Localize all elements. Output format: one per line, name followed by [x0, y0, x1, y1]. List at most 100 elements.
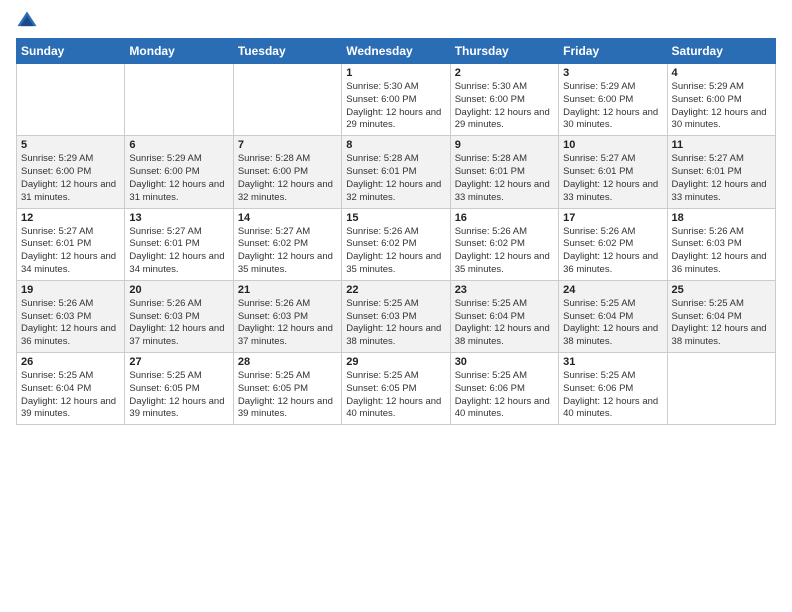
- day-number: 29: [346, 356, 445, 368]
- calendar-cell: 26 Sunrise: 5:25 AM Sunset: 6:04 PM Dayli…: [17, 353, 125, 425]
- calendar-cell: 8 Sunrise: 5:28 AM Sunset: 6:01 PM Daylig…: [342, 136, 450, 208]
- day-detail: Sunrise: 5:26 AM Sunset: 6:03 PM Dayligh…: [238, 298, 337, 349]
- calendar-week-row: 12 Sunrise: 5:27 AM Sunset: 6:01 PM Dayli…: [17, 208, 776, 280]
- calendar-cell: 16 Sunrise: 5:26 AM Sunset: 6:02 PM Dayli…: [450, 208, 558, 280]
- day-number: 20: [129, 284, 228, 296]
- day-detail: Sunrise: 5:25 AM Sunset: 6:05 PM Dayligh…: [238, 370, 337, 421]
- calendar-cell: 4 Sunrise: 5:29 AM Sunset: 6:00 PM Daylig…: [667, 64, 775, 136]
- calendar-cell: 3 Sunrise: 5:29 AM Sunset: 6:00 PM Daylig…: [559, 64, 667, 136]
- calendar-cell: 10Sunrise: 5:27 AM Sunset: 6:01 PM Dayli…: [559, 136, 667, 208]
- calendar-cell: 11Sunrise: 5:27 AM Sunset: 6:01 PM Dayli…: [667, 136, 775, 208]
- calendar-week-row: 5 Sunrise: 5:29 AM Sunset: 6:00 PM Daylig…: [17, 136, 776, 208]
- calendar-cell: 19 Sunrise: 5:26 AM Sunset: 6:03 PM Dayli…: [17, 280, 125, 352]
- day-number: 14: [238, 212, 337, 224]
- day-detail: Sunrise: 5:28 AM Sunset: 6:00 PM Dayligh…: [238, 153, 337, 204]
- calendar-cell: 6Sunrise: 5:29 AM Sunset: 6:00 PM Daylig…: [125, 136, 233, 208]
- calendar-cell: 21 Sunrise: 5:26 AM Sunset: 6:03 PM Dayli…: [233, 280, 341, 352]
- calendar-cell: 5 Sunrise: 5:29 AM Sunset: 6:00 PM Daylig…: [17, 136, 125, 208]
- day-detail: Sunrise: 5:27 AM Sunset: 6:01 PM Dayligh…: [672, 153, 771, 204]
- calendar-cell: 2 Sunrise: 5:30 AM Sunset: 6:00 PM Daylig…: [450, 64, 558, 136]
- day-number: 19: [21, 284, 120, 296]
- day-detail: Sunrise: 5:30 AM Sunset: 6:00 PM Dayligh…: [346, 81, 445, 132]
- calendar-week-row: 26 Sunrise: 5:25 AM Sunset: 6:04 PM Dayli…: [17, 353, 776, 425]
- calendar-cell: 22 Sunrise: 5:25 AM Sunset: 6:03 PM Dayli…: [342, 280, 450, 352]
- calendar-header-wednesday: Wednesday: [342, 39, 450, 64]
- day-number: 18: [672, 212, 771, 224]
- calendar-header-saturday: Saturday: [667, 39, 775, 64]
- calendar-cell: 7 Sunrise: 5:28 AM Sunset: 6:00 PM Daylig…: [233, 136, 341, 208]
- day-number: 30: [455, 356, 554, 368]
- calendar-cell: [667, 353, 775, 425]
- day-detail: Sunrise: 5:28 AM Sunset: 6:01 PM Dayligh…: [346, 153, 445, 204]
- day-detail: Sunrise: 5:25 AM Sunset: 6:04 PM Dayligh…: [563, 298, 662, 349]
- day-detail: Sunrise: 5:25 AM Sunset: 6:04 PM Dayligh…: [21, 370, 120, 421]
- day-detail: Sunrise: 5:25 AM Sunset: 6:05 PM Dayligh…: [346, 370, 445, 421]
- calendar-cell: [125, 64, 233, 136]
- day-number: 31: [563, 356, 662, 368]
- day-number: 17: [563, 212, 662, 224]
- day-detail: Sunrise: 5:27 AM Sunset: 6:01 PM Dayligh…: [129, 226, 228, 277]
- day-detail: Sunrise: 5:26 AM Sunset: 6:02 PM Dayligh…: [563, 226, 662, 277]
- day-number: 2: [455, 67, 554, 79]
- calendar-cell: 31 Sunrise: 5:25 AM Sunset: 6:06 PM Dayli…: [559, 353, 667, 425]
- calendar-cell: 13Sunrise: 5:27 AM Sunset: 6:01 PM Dayli…: [125, 208, 233, 280]
- day-detail: Sunrise: 5:29 AM Sunset: 6:00 PM Dayligh…: [129, 153, 228, 204]
- day-detail: Sunrise: 5:25 AM Sunset: 6:04 PM Dayligh…: [455, 298, 554, 349]
- calendar-header-sunday: Sunday: [17, 39, 125, 64]
- day-detail: Sunrise: 5:26 AM Sunset: 6:03 PM Dayligh…: [672, 226, 771, 277]
- calendar-header-thursday: Thursday: [450, 39, 558, 64]
- day-number: 21: [238, 284, 337, 296]
- day-number: 5: [21, 139, 120, 151]
- day-detail: Sunrise: 5:25 AM Sunset: 6:04 PM Dayligh…: [672, 298, 771, 349]
- day-number: 12: [21, 212, 120, 224]
- calendar-week-row: 1 Sunrise: 5:30 AM Sunset: 6:00 PM Daylig…: [17, 64, 776, 136]
- day-number: 26: [21, 356, 120, 368]
- day-number: 9: [455, 139, 554, 151]
- calendar-cell: 18 Sunrise: 5:26 AM Sunset: 6:03 PM Dayli…: [667, 208, 775, 280]
- day-detail: Sunrise: 5:29 AM Sunset: 6:00 PM Dayligh…: [563, 81, 662, 132]
- day-number: 16: [455, 212, 554, 224]
- day-number: 28: [238, 356, 337, 368]
- day-number: 23: [455, 284, 554, 296]
- day-number: 7: [238, 139, 337, 151]
- day-detail: Sunrise: 5:26 AM Sunset: 6:03 PM Dayligh…: [21, 298, 120, 349]
- day-detail: Sunrise: 5:25 AM Sunset: 6:06 PM Dayligh…: [563, 370, 662, 421]
- day-number: 3: [563, 67, 662, 79]
- day-number: 27: [129, 356, 228, 368]
- calendar-cell: 1 Sunrise: 5:30 AM Sunset: 6:00 PM Daylig…: [342, 64, 450, 136]
- calendar-cell: 17 Sunrise: 5:26 AM Sunset: 6:02 PM Dayli…: [559, 208, 667, 280]
- calendar-header-friday: Friday: [559, 39, 667, 64]
- calendar-cell: 29 Sunrise: 5:25 AM Sunset: 6:05 PM Dayli…: [342, 353, 450, 425]
- calendar-cell: 23 Sunrise: 5:25 AM Sunset: 6:04 PM Dayli…: [450, 280, 558, 352]
- logo-icon: [16, 10, 38, 32]
- day-number: 22: [346, 284, 445, 296]
- day-detail: Sunrise: 5:29 AM Sunset: 6:00 PM Dayligh…: [672, 81, 771, 132]
- day-number: 15: [346, 212, 445, 224]
- calendar-cell: 25 Sunrise: 5:25 AM Sunset: 6:04 PM Dayli…: [667, 280, 775, 352]
- day-number: 8: [346, 139, 445, 151]
- day-number: 25: [672, 284, 771, 296]
- day-number: 24: [563, 284, 662, 296]
- calendar-cell: [17, 64, 125, 136]
- calendar-cell: 30 Sunrise: 5:25 AM Sunset: 6:06 PM Dayli…: [450, 353, 558, 425]
- calendar-cell: 28 Sunrise: 5:25 AM Sunset: 6:05 PM Dayli…: [233, 353, 341, 425]
- calendar-cell: 15 Sunrise: 5:26 AM Sunset: 6:02 PM Dayli…: [342, 208, 450, 280]
- day-number: 4: [672, 67, 771, 79]
- day-detail: Sunrise: 5:25 AM Sunset: 6:05 PM Dayligh…: [129, 370, 228, 421]
- day-detail: Sunrise: 5:25 AM Sunset: 6:06 PM Dayligh…: [455, 370, 554, 421]
- day-detail: Sunrise: 5:25 AM Sunset: 6:03 PM Dayligh…: [346, 298, 445, 349]
- day-detail: Sunrise: 5:27 AM Sunset: 6:01 PM Dayligh…: [21, 226, 120, 277]
- calendar-header-tuesday: Tuesday: [233, 39, 341, 64]
- day-number: 10: [563, 139, 662, 151]
- day-detail: Sunrise: 5:29 AM Sunset: 6:00 PM Dayligh…: [21, 153, 120, 204]
- calendar-cell: 27 Sunrise: 5:25 AM Sunset: 6:05 PM Dayli…: [125, 353, 233, 425]
- calendar-table: SundayMondayTuesdayWednesdayThursdayFrid…: [16, 38, 776, 425]
- page-header: [16, 10, 776, 32]
- day-detail: Sunrise: 5:26 AM Sunset: 6:02 PM Dayligh…: [346, 226, 445, 277]
- calendar-cell: 20Sunrise: 5:26 AM Sunset: 6:03 PM Dayli…: [125, 280, 233, 352]
- day-detail: Sunrise: 5:26 AM Sunset: 6:02 PM Dayligh…: [455, 226, 554, 277]
- day-detail: Sunrise: 5:28 AM Sunset: 6:01 PM Dayligh…: [455, 153, 554, 204]
- calendar-week-row: 19 Sunrise: 5:26 AM Sunset: 6:03 PM Dayli…: [17, 280, 776, 352]
- day-detail: Sunrise: 5:30 AM Sunset: 6:00 PM Dayligh…: [455, 81, 554, 132]
- day-number: 1: [346, 67, 445, 79]
